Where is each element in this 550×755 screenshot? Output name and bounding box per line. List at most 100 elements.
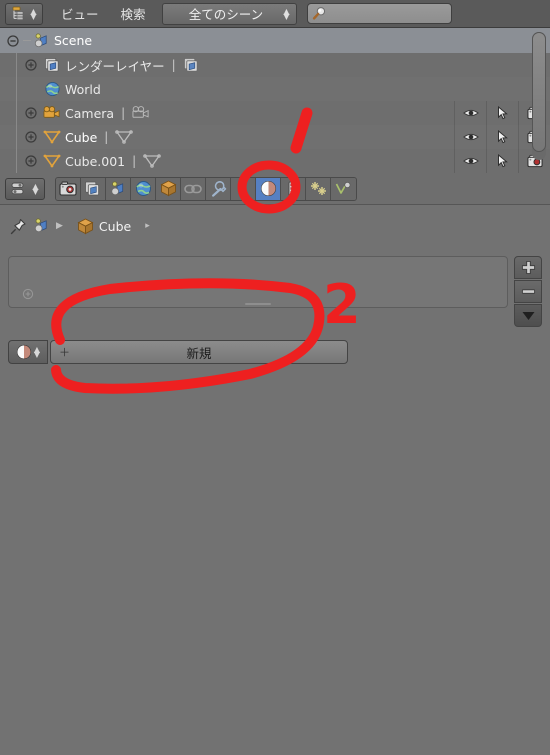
- material-slot-buttons: [514, 256, 542, 328]
- tab-world[interactable]: [131, 177, 156, 200]
- material-slot-menu-button[interactable]: [514, 304, 542, 327]
- cursor-icon: [497, 130, 508, 144]
- cube-icon: [160, 180, 176, 197]
- breadcrumb-scene[interactable]: [33, 218, 50, 234]
- scene-filter-value: 全てのシーン: [188, 7, 264, 22]
- menu-search[interactable]: 検索: [115, 4, 152, 23]
- editor-type-dropdown-outliner[interactable]: ▲ ▼: [5, 2, 43, 25]
- scene-icon: [34, 218, 47, 233]
- cursor-icon: [497, 106, 508, 120]
- mesh-object-icon: [43, 130, 61, 144]
- expand-plus-icon[interactable]: [24, 58, 38, 72]
- renderlayers-icon: [45, 57, 59, 72]
- properties-editor-arrows: ▲ ▼: [32, 181, 39, 196]
- tab-texture[interactable]: [281, 177, 306, 200]
- outliner-row-cube-001[interactable]: Cube.001 |: [0, 149, 550, 173]
- breadcrumb-object[interactable]: Cube: [77, 217, 132, 235]
- tab-physics[interactable]: [231, 177, 256, 200]
- outliner-tree[interactable]: Scene レンダーレイヤー | World Camera | Cube | C…: [0, 28, 550, 173]
- world-icon: [135, 181, 151, 196]
- restrict-select-toggle[interactable]: [486, 125, 518, 149]
- outliner-row-world[interactable]: World: [0, 77, 550, 101]
- object-data-icon: [335, 181, 351, 194]
- tab-constraints[interactable]: [181, 177, 206, 200]
- cube-icon: [77, 217, 94, 234]
- new-material-row: ▲ ▼ ＋ 新規: [8, 340, 348, 364]
- restrict-view-toggle[interactable]: [454, 149, 486, 173]
- chevron-down-icon: [522, 311, 534, 320]
- add-material-slot-button[interactable]: [514, 256, 542, 279]
- tab-modifiers[interactable]: [206, 177, 231, 200]
- outliner-header: ▲ ▼ ビュー 検索 全てのシーン ▲ ▼: [0, 0, 550, 28]
- camera-back-icon: [59, 181, 77, 196]
- tab-render[interactable]: [56, 177, 81, 200]
- row-separator: |: [171, 58, 176, 72]
- browse-material-arrows: ▲ ▼: [33, 345, 41, 359]
- wrench-icon: [211, 180, 226, 197]
- magnifier-icon: [312, 7, 325, 20]
- scene-icon: [111, 180, 124, 195]
- editor-type-dropdown-properties[interactable]: ▲ ▼: [5, 177, 45, 200]
- collapse-minus-icon[interactable]: [6, 34, 20, 48]
- outliner-icon: [13, 6, 24, 21]
- new-material-button[interactable]: ＋ 新規: [50, 340, 348, 364]
- pin-icon[interactable]: [10, 218, 27, 235]
- breadcrumb-separator: ▶: [56, 221, 63, 231]
- expand-plus-icon[interactable]: [24, 106, 38, 120]
- world-icon: [45, 81, 60, 97]
- particles-icon: [310, 181, 326, 195]
- plus-icon: [521, 260, 535, 275]
- properties-editor-header: ▲ ▼: [0, 173, 550, 205]
- outliner-label-camera: Camera: [65, 105, 115, 121]
- cursor-icon: [497, 154, 508, 168]
- tab-data[interactable]: [331, 177, 356, 200]
- material-sphere-icon: [260, 180, 276, 197]
- no-expander: [24, 82, 38, 96]
- outliner-scrollbar-track[interactable]: [532, 32, 546, 160]
- grip-icon: [21, 287, 35, 301]
- outliner-row-render-layers[interactable]: レンダーレイヤー |: [0, 53, 550, 77]
- tab-render-layers[interactable]: [81, 177, 106, 200]
- restrict-select-toggle[interactable]: [486, 101, 518, 125]
- camera-icon: [43, 106, 60, 118]
- browse-material-button[interactable]: ▲ ▼: [8, 340, 48, 364]
- tab-material[interactable]: [256, 177, 281, 200]
- row-separator: |: [132, 154, 137, 168]
- physics-icon: [238, 180, 247, 195]
- outliner-label-scene: Scene: [54, 33, 93, 48]
- mesh-data-icon: [143, 154, 161, 168]
- restrict-view-toggle[interactable]: [454, 101, 486, 125]
- outliner-label-cube-001: Cube.001: [65, 153, 126, 169]
- breadcrumb-object-label: Cube: [98, 218, 132, 234]
- row-separator: |: [104, 130, 109, 144]
- expand-plus-icon[interactable]: [24, 130, 38, 144]
- outliner-row-scene[interactable]: Scene: [0, 28, 550, 53]
- plus-icon: ＋: [59, 346, 70, 359]
- outliner-label-render-layers: レンダーレイヤー: [65, 58, 165, 74]
- search-input[interactable]: [306, 3, 452, 24]
- scene-filter-dropdown[interactable]: 全てのシーン ▲ ▼: [161, 2, 297, 25]
- material-slot-list[interactable]: [8, 256, 508, 308]
- minus-icon: [521, 289, 535, 294]
- mesh-object-icon: [43, 154, 61, 168]
- scene-icon: [34, 32, 47, 47]
- tab-scene[interactable]: [106, 177, 131, 200]
- expand-plus-icon[interactable]: [24, 154, 38, 168]
- outliner-row-camera[interactable]: Camera |: [0, 101, 550, 125]
- scene-filter-arrows: ▲ ▼: [283, 6, 290, 21]
- material-sphere-icon: [16, 344, 32, 360]
- menu-view[interactable]: ビュー: [55, 4, 105, 23]
- tab-particles[interactable]: [306, 177, 331, 200]
- editor-type-arrows: ▲ ▼: [30, 6, 37, 21]
- renderlayers-icon: [85, 181, 100, 196]
- properties-editor-icon: [11, 182, 24, 195]
- tab-object[interactable]: [156, 177, 181, 200]
- outliner-row-cube[interactable]: Cube |: [0, 125, 550, 149]
- restrict-view-toggle[interactable]: [454, 125, 486, 149]
- breadcrumb-trailing-arrow: ▸: [145, 221, 150, 231]
- slot-list-resize-handle[interactable]: [245, 303, 271, 305]
- outliner-scrollbar-thumb[interactable]: [532, 32, 546, 152]
- remove-material-slot-button[interactable]: [514, 280, 542, 303]
- restrict-select-toggle[interactable]: [486, 149, 518, 173]
- camera-data-icon: [132, 106, 149, 118]
